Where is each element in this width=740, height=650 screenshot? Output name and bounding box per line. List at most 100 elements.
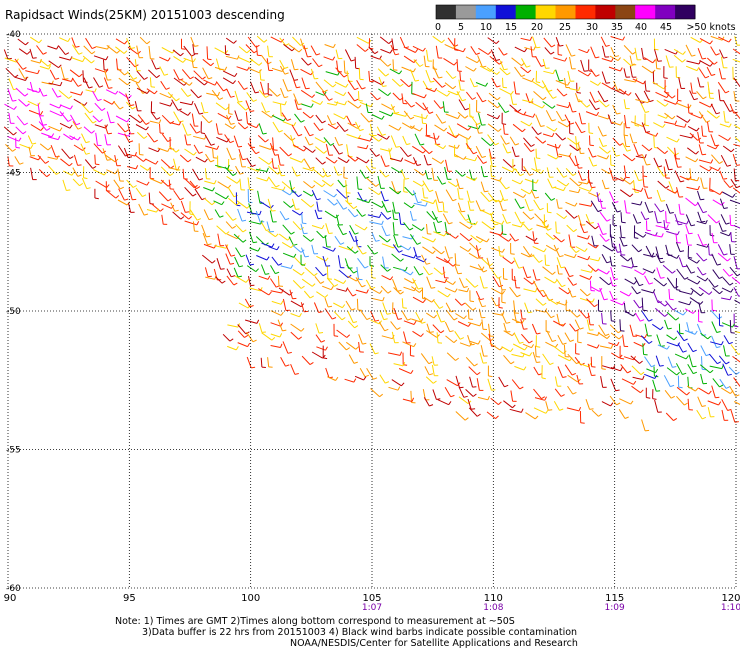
wind-barb xyxy=(565,167,577,177)
wind-barb xyxy=(729,103,738,114)
wind-barb xyxy=(135,124,149,131)
wind-barb xyxy=(436,332,443,344)
wind-barb-feather xyxy=(551,197,556,201)
wind-barb-feather xyxy=(266,167,269,172)
wind-barb-feather xyxy=(282,329,287,332)
wind-barb-feather xyxy=(124,40,128,45)
wind-barb xyxy=(139,164,151,171)
wind-barb-feather xyxy=(577,341,582,344)
wind-barb-shaft xyxy=(402,135,407,145)
wind-barb xyxy=(271,158,278,169)
wind-barb xyxy=(442,266,449,279)
wind-barb-feather xyxy=(366,317,371,321)
wind-barb-feather xyxy=(602,145,607,147)
wind-barb-feather xyxy=(191,100,194,105)
wind-barb xyxy=(533,157,541,171)
wind-barb-shaft xyxy=(443,258,454,267)
wind-barb-shaft xyxy=(326,115,333,126)
wind-barb-feather xyxy=(529,36,533,41)
wind-barb xyxy=(3,49,12,60)
wind-barb-shaft xyxy=(520,37,531,41)
wind-barb-shaft xyxy=(95,180,107,189)
wind-barb-feather xyxy=(429,111,434,114)
wind-barb xyxy=(282,298,290,311)
wind-barb xyxy=(382,256,389,269)
wind-barb-shaft xyxy=(379,310,385,320)
wind-barb-shaft xyxy=(325,367,330,378)
wind-barb-shaft xyxy=(18,68,26,79)
wind-barb-feather xyxy=(629,180,634,185)
wind-barb-feather xyxy=(42,124,47,126)
wind-barb xyxy=(525,235,538,242)
wind-barb-shaft xyxy=(732,187,740,194)
wind-barb-shaft xyxy=(458,99,466,111)
wind-barb-feather xyxy=(343,207,348,210)
wind-barb xyxy=(161,114,175,125)
wind-barb xyxy=(294,257,307,267)
wind-barb-feather xyxy=(558,54,563,56)
wind-barb-feather xyxy=(212,187,215,192)
wind-barb-shaft xyxy=(398,368,411,375)
wind-barb xyxy=(325,156,338,164)
wind-barb xyxy=(589,257,601,262)
wind-barb-shaft xyxy=(656,267,661,279)
wind-barb-shaft xyxy=(343,60,346,74)
wind-barb-feather xyxy=(91,130,95,134)
wind-barb-shaft xyxy=(222,333,231,342)
wind-barb-feather xyxy=(519,341,524,344)
wind-barb-feather xyxy=(22,67,27,70)
wind-barb xyxy=(514,276,521,289)
wind-barb-feather xyxy=(185,211,190,213)
wind-barb-shaft xyxy=(426,276,432,289)
wind-barb xyxy=(303,158,315,170)
wind-barb xyxy=(235,247,246,258)
wind-barb xyxy=(656,267,665,279)
wind-barb-feather xyxy=(296,86,301,89)
wind-barb xyxy=(356,245,367,255)
wind-barb-shaft xyxy=(459,221,470,230)
wind-barb xyxy=(115,115,130,123)
wind-barb-shaft xyxy=(662,264,673,274)
wind-barb xyxy=(601,179,610,190)
wind-barb xyxy=(215,81,228,92)
wind-barb xyxy=(455,169,466,177)
wind-barb xyxy=(8,112,15,124)
wind-barb-shaft xyxy=(459,245,469,252)
wind-barb-shaft xyxy=(640,310,650,322)
wind-barb-shaft xyxy=(378,235,388,243)
wind-barb-shaft xyxy=(126,56,136,68)
wind-barb xyxy=(586,331,600,336)
wind-barb-shaft xyxy=(368,187,379,196)
wind-barb-shaft xyxy=(718,68,723,80)
wind-barb-feather xyxy=(716,331,721,333)
wind-barb-shaft xyxy=(514,211,522,224)
wind-barb-feather xyxy=(607,150,611,154)
wind-barb-feather xyxy=(536,346,541,348)
wind-barb xyxy=(535,70,541,84)
wind-barb xyxy=(644,356,656,368)
wind-barb xyxy=(696,252,708,262)
wind-barb-feather xyxy=(419,289,423,293)
wind-barb-feather xyxy=(481,155,486,158)
wind-barb xyxy=(300,302,309,313)
wind-barb-shaft xyxy=(622,153,633,162)
wind-barb xyxy=(609,191,619,204)
wind-barb xyxy=(577,255,591,261)
wind-barb xyxy=(168,165,180,171)
wind-barb xyxy=(447,181,460,188)
wind-barb xyxy=(80,102,94,114)
wind-barb xyxy=(49,69,60,80)
wind-barb xyxy=(313,302,323,313)
wind-barb-shaft xyxy=(399,36,406,49)
wind-barb-feather xyxy=(108,87,113,89)
wind-barb-shaft xyxy=(601,58,612,62)
wind-barb-shaft xyxy=(641,297,644,311)
wind-barb-shaft xyxy=(380,48,391,54)
wind-barb xyxy=(734,331,740,334)
wind-barb xyxy=(244,319,260,324)
wind-barb-shaft xyxy=(334,90,344,97)
wind-barb-shaft xyxy=(115,38,125,45)
wind-barb-feather xyxy=(115,90,119,95)
wind-barb-shaft xyxy=(721,287,732,293)
wind-barb-shaft xyxy=(80,143,87,155)
